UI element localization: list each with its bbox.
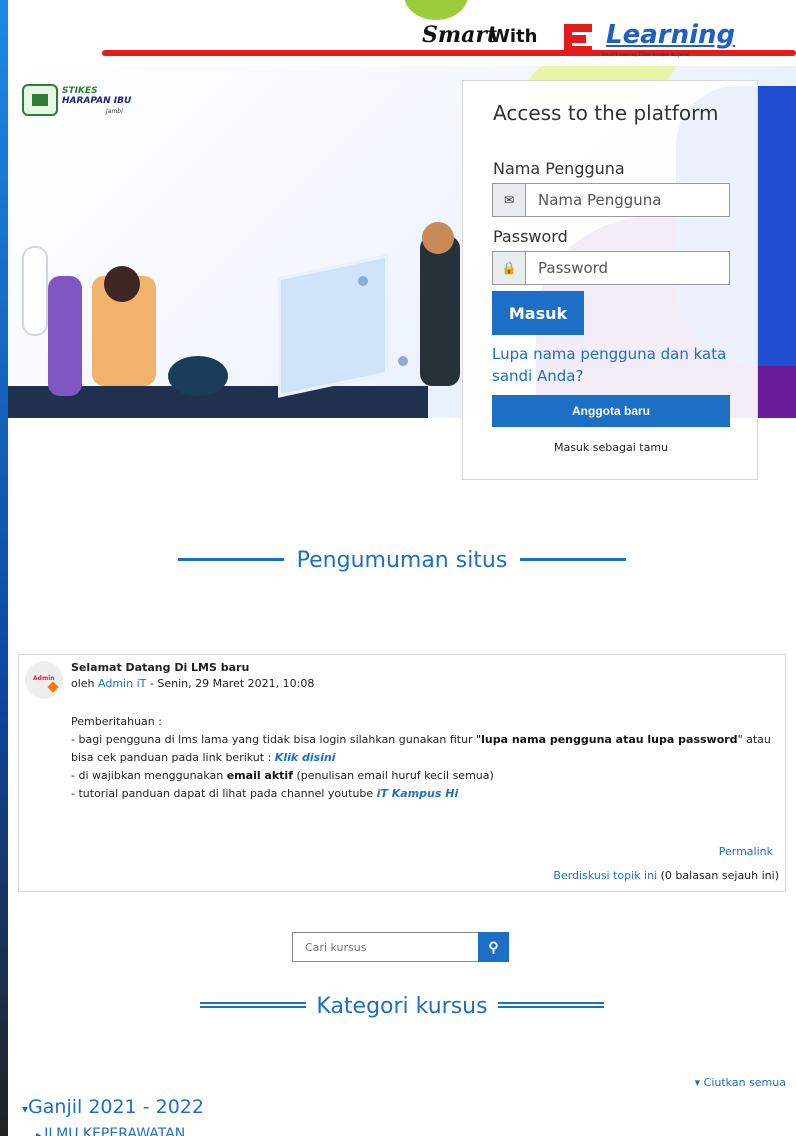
hero-dot [398, 356, 408, 366]
login-panel: Access to the platform Nama Pengguna ✉ P… [462, 80, 758, 480]
hero-person-illustration [420, 236, 460, 386]
logo-text-line3: Jambi [106, 108, 123, 115]
left-edge-band [0, 0, 8, 1136]
header-red-line [102, 50, 796, 56]
header-decoration [404, 0, 468, 20]
logo-badge-icon [22, 84, 58, 116]
post-line-3: - tutorial panduan dapat di lihat pada c… [71, 787, 459, 800]
hero-plant-illustration [168, 356, 228, 396]
post-line-1: - bagi pengguna di lms lama yang tidak b… [71, 733, 771, 764]
post-date: - Senin, 29 Maret 2021, 10:08 [149, 677, 315, 690]
collapse-all-link[interactable]: ▾ Ciutkan semua [695, 1076, 786, 1089]
youtube-channel-link[interactable]: iT Kampus Hi [377, 787, 459, 800]
forum-post: Admin Selamat Datang Di LMS baru oleh Ad… [18, 654, 786, 892]
heading-rule-right [520, 558, 626, 561]
login-title: Access to the platform [493, 101, 719, 125]
post-title: Selamat Datang Di LMS baru [71, 661, 250, 674]
search-button[interactable]: ⚲ [478, 932, 509, 962]
brand-with: With [490, 26, 538, 47]
author-link[interactable]: Admin iT [98, 677, 146, 690]
hero-person-illustration [48, 276, 82, 396]
brand-e-logo-icon [564, 24, 592, 54]
announcements-heading: Pengumuman situs [296, 548, 508, 573]
hero-dot [358, 276, 368, 286]
username-input-group: ✉ [492, 183, 730, 217]
caret-right-icon: ▸ [36, 1130, 45, 1136]
logo-text-line2: HARAPAN IBU [62, 96, 132, 106]
byline-prefix: oleh [71, 677, 95, 690]
hero-monitor-illustration [278, 254, 388, 398]
institution-logo[interactable]: STIKES HARAPAN IBU Jambi [22, 82, 142, 118]
logo-text-line1: STIKES [62, 86, 98, 96]
forgot-credentials-link[interactable]: Lupa nama pengguna dan kata sandi Anda? [492, 343, 732, 387]
signup-button[interactable]: Anggota baru [492, 395, 730, 427]
guide-link[interactable]: Klik disini [275, 751, 336, 764]
guest-login-link[interactable]: Masuk sebagai tamu [492, 441, 730, 454]
username-label: Nama Pengguna [493, 159, 625, 178]
permalink-link[interactable]: Permalink [719, 845, 773, 858]
course-search: ⚲ [292, 932, 510, 964]
discuss-row: Berdiskusi topik ini (0 balasan sejauh i… [553, 869, 779, 882]
post-body: Pemberitahuan : - bagi pengguna di lms l… [71, 713, 771, 803]
password-input[interactable] [527, 252, 729, 284]
brand-learning-link[interactable]: Learning [606, 20, 735, 50]
hero-person-illustration [104, 266, 140, 302]
login-button[interactable]: Masuk [492, 291, 584, 335]
envelope-icon: ✉ [493, 184, 526, 216]
author-avatar[interactable]: Admin [25, 661, 63, 699]
discuss-topic-link[interactable]: Berdiskusi topik ini [553, 869, 657, 882]
hero-person-illustration [22, 246, 48, 336]
subcategory-item[interactable]: ▸ ILMU KEPERAWATAN [36, 1126, 185, 1136]
category-item[interactable]: ▾Ganjil 2021 - 2022 [22, 1096, 204, 1118]
brand-smart: Smart [422, 22, 498, 48]
username-input[interactable] [527, 184, 729, 216]
course-search-input[interactable] [292, 932, 480, 962]
password-input-group: 🔒 [492, 251, 730, 285]
heading-rule-right [498, 1002, 604, 1008]
password-label: Password [493, 227, 568, 246]
reply-count: (0 balasan sejauh ini) [660, 869, 779, 882]
hero-person-illustration [422, 222, 454, 254]
brand-tagline: Smart E-Learning STIKes Harapan Ibu Jamb… [602, 52, 690, 57]
page-frame: Smart With Learning Smart E-Learning STI… [8, 0, 796, 1136]
caret-down-icon: ▾ [694, 1076, 704, 1089]
site-header: Smart With Learning Smart E-Learning STI… [8, 0, 796, 66]
lock-icon: 🔒 [493, 252, 526, 284]
post-intro: Pemberitahuan : [71, 715, 162, 728]
post-line-2: - di wajibkan menggunakan email aktif (p… [71, 769, 494, 782]
categories-heading: Kategori kursus [316, 994, 488, 1019]
search-icon: ⚲ [488, 938, 499, 955]
post-byline: oleh Admin iT - Senin, 29 Maret 2021, 10… [71, 677, 314, 690]
